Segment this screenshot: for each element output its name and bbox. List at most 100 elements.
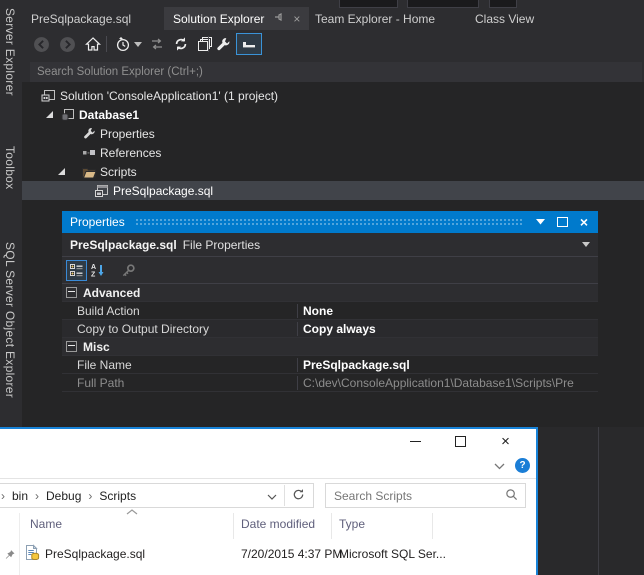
database-project-icon xyxy=(59,107,75,123)
dropdown-caret-icon xyxy=(134,42,142,47)
minimize-button[interactable] xyxy=(393,429,438,453)
help-button[interactable]: ? xyxy=(515,458,530,473)
history-clock-icon xyxy=(115,36,131,52)
file-type-cell: Microsoft SQL Ser... xyxy=(339,547,446,561)
tab-solution-explorer[interactable]: Solution Explorer × xyxy=(164,7,309,30)
file-explorer-window: × ? › bin › Debug › Scripts xyxy=(0,427,538,575)
explorer-title-bar[interactable]: × xyxy=(0,429,536,453)
svg-text:Z: Z xyxy=(91,272,96,278)
refresh-button[interactable] xyxy=(170,33,192,55)
collapse-section-icon[interactable] xyxy=(66,341,77,352)
breadcrumb-chevron-icon[interactable]: › xyxy=(0,489,12,503)
explorer-search-box[interactable] xyxy=(325,483,526,508)
column-divider[interactable] xyxy=(331,513,332,539)
visual-studio-screenshot: Server Explorer Toolbox SQL Server Objec… xyxy=(0,0,644,575)
sync-with-active-document-button[interactable] xyxy=(146,33,168,55)
property-row-copy-to-output[interactable]: Copy to Output Directory Copy always xyxy=(62,320,598,338)
sql-file-icon xyxy=(93,183,109,199)
property-value: C:\dev\ConsoleApplication1\Database1\Scr… xyxy=(297,376,598,390)
column-header-type[interactable]: Type xyxy=(339,517,365,531)
property-row-full-path[interactable]: Full Path C:\dev\ConsoleApplication1\Dat… xyxy=(62,374,598,392)
maximize-button[interactable] xyxy=(554,214,570,230)
property-name: Build Action xyxy=(62,304,297,318)
tree-item-references[interactable]: References xyxy=(22,143,644,162)
back-button[interactable] xyxy=(30,33,52,55)
categorized-view-button[interactable] xyxy=(66,260,87,281)
sort-az-icon: AZ xyxy=(91,263,105,277)
sidebar-tab-toolbox[interactable]: Toolbox xyxy=(3,146,17,189)
property-row-file-name[interactable]: File Name PreSqlpackage.sql xyxy=(62,356,598,374)
property-name: File Name xyxy=(62,358,297,372)
close-button[interactable]: × xyxy=(483,429,528,453)
tree-item-database1[interactable]: Database1 xyxy=(22,105,644,124)
column-header-name[interactable]: Name xyxy=(30,517,62,531)
tab-class-view[interactable]: Class View xyxy=(466,7,543,30)
minimize-icon xyxy=(410,441,421,442)
collapse-section-icon[interactable] xyxy=(66,287,77,298)
wrench-icon xyxy=(81,126,97,142)
breadcrumb-item-debug[interactable]: Debug xyxy=(46,489,81,503)
chevron-down-icon xyxy=(536,219,545,225)
column-divider[interactable] xyxy=(432,513,433,539)
tab-presqlpackage-document[interactable]: PreSqlpackage.sql xyxy=(22,7,140,30)
tree-item-properties[interactable]: Properties xyxy=(22,124,644,143)
tree-item-label: Scripts xyxy=(100,165,137,179)
file-name-cell[interactable]: PreSqlpackage.sql xyxy=(45,547,145,561)
property-category-misc[interactable]: Misc xyxy=(62,338,598,356)
sidebar-tab-server-explorer[interactable]: Server Explorer xyxy=(3,8,17,96)
breadcrumb-chevron-icon[interactable]: › xyxy=(81,489,99,503)
breadcrumb-item-bin[interactable]: bin xyxy=(12,489,28,503)
back-icon xyxy=(33,36,50,53)
properties-button[interactable] xyxy=(212,33,234,55)
sidebar-tab-sql-server-object-explorer[interactable]: SQL Server Object Explorer xyxy=(3,242,17,398)
alphabetical-sort-button[interactable]: AZ xyxy=(87,260,108,281)
maximize-button[interactable] xyxy=(438,429,483,453)
tab-label: Team Explorer - Home xyxy=(315,12,435,26)
pin-icon[interactable] xyxy=(274,12,284,26)
title-drag-grip[interactable] xyxy=(135,218,522,226)
breadcrumb-chevron-icon[interactable]: › xyxy=(28,489,46,503)
categorized-icon xyxy=(70,264,83,277)
expander-icon[interactable] xyxy=(46,111,53,118)
expander-icon[interactable] xyxy=(58,168,65,175)
property-grid: Advanced Build Action None Copy to Outpu… xyxy=(62,283,598,427)
pending-changes-filter-button[interactable] xyxy=(112,33,144,55)
property-category-advanced[interactable]: Advanced xyxy=(62,284,598,302)
property-value[interactable]: Copy always xyxy=(297,322,598,336)
close-button[interactable]: × xyxy=(576,214,592,230)
search-icon[interactable] xyxy=(505,488,525,504)
properties-title-bar[interactable]: Properties × xyxy=(62,211,598,233)
property-row-build-action[interactable]: Build Action None xyxy=(62,302,598,320)
refresh-icon xyxy=(292,488,305,501)
explorer-search-input[interactable] xyxy=(326,489,505,503)
column-divider[interactable] xyxy=(233,513,234,539)
breadcrumb-item-scripts[interactable]: Scripts xyxy=(99,489,136,503)
tab-label: PreSqlpackage.sql xyxy=(31,12,131,26)
solution-explorer-search-input[interactable] xyxy=(30,62,642,82)
preview-selected-items-button[interactable] xyxy=(236,33,262,55)
home-button[interactable] xyxy=(82,33,104,55)
address-dropdown-button[interactable] xyxy=(267,489,277,503)
solution-explorer-search[interactable] xyxy=(30,62,642,82)
window-position-menu-button[interactable] xyxy=(532,214,548,230)
forward-icon xyxy=(59,36,76,53)
background-area xyxy=(538,427,644,575)
tree-item-scripts[interactable]: Scripts xyxy=(22,162,644,181)
tree-item-presqlpackage-sql[interactable]: PreSqlpackage.sql xyxy=(22,181,644,200)
address-bar[interactable]: › bin › Debug › Scripts xyxy=(0,483,314,508)
close-icon[interactable]: × xyxy=(293,13,300,25)
column-header-date-modified[interactable]: Date modified xyxy=(241,517,315,531)
refresh-button[interactable] xyxy=(292,488,313,504)
property-pages-button[interactable] xyxy=(118,260,139,281)
object-selector-combobox[interactable]: PreSqlpackage.sql File Properties xyxy=(62,233,598,257)
ribbon-expand-button[interactable] xyxy=(494,459,505,473)
property-value[interactable]: PreSqlpackage.sql xyxy=(297,358,598,372)
forward-button[interactable] xyxy=(56,33,78,55)
panel-divider xyxy=(598,427,599,575)
property-value[interactable]: None xyxy=(297,304,598,318)
folder-open-icon xyxy=(81,164,97,180)
chevron-down-icon xyxy=(267,494,277,500)
swap-arrows-icon xyxy=(149,36,165,52)
tree-item-solution[interactable]: Solution 'ConsoleApplication1' (1 projec… xyxy=(22,86,644,105)
tab-team-explorer[interactable]: Team Explorer - Home xyxy=(306,7,444,30)
